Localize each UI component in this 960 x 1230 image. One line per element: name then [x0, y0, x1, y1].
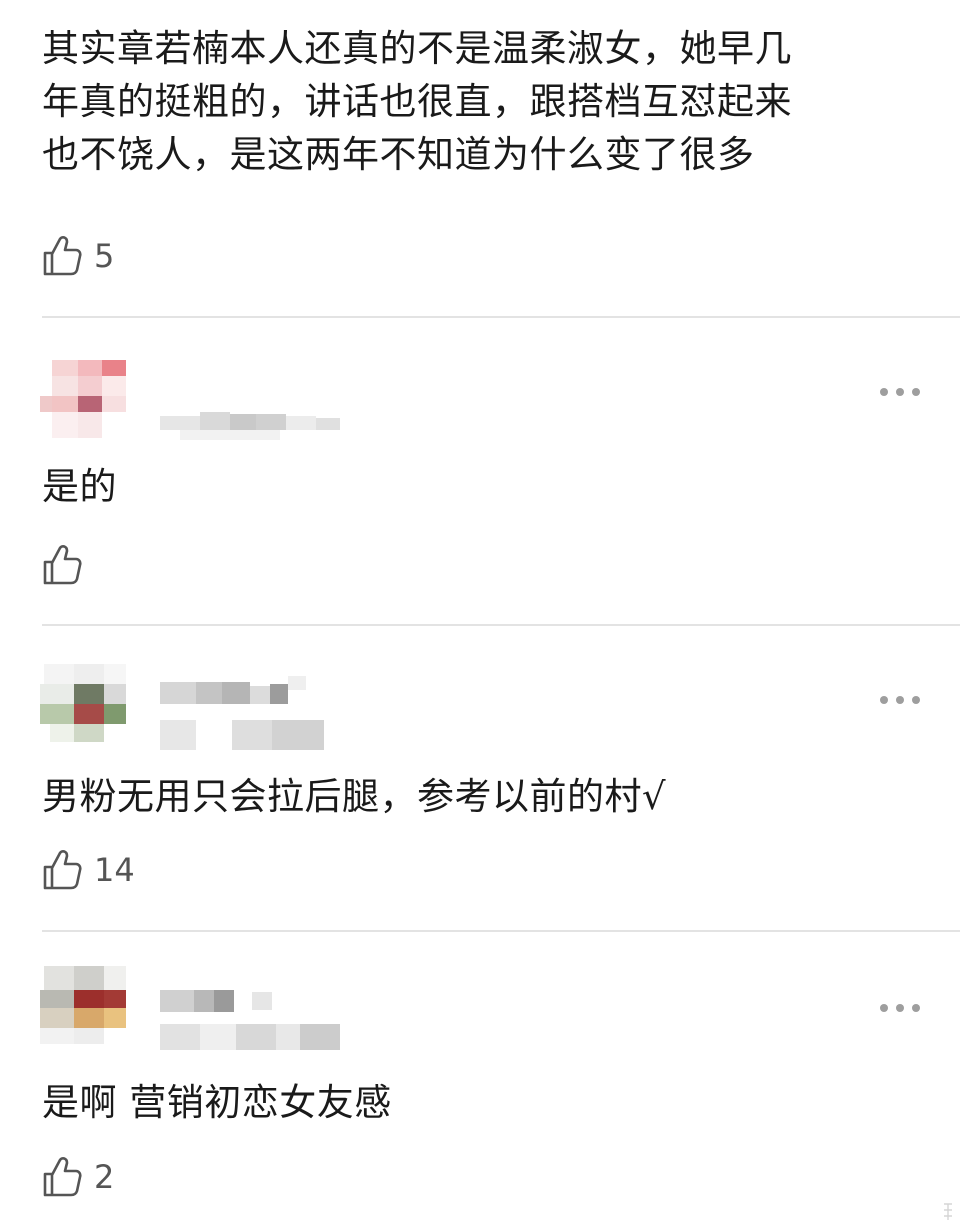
divider	[42, 930, 960, 932]
watermark-mark	[942, 1200, 954, 1222]
like-count: 2	[94, 1158, 115, 1196]
more-dot	[880, 388, 888, 396]
like-count: 14	[94, 851, 135, 889]
like-button[interactable]: 2	[42, 1155, 114, 1199]
more-dot	[880, 696, 888, 704]
comment-text: 是啊 营销初恋女友感	[42, 1081, 392, 1124]
comment-text: 男粉无用只会拉后腿，参考以前的村√	[42, 775, 667, 818]
avatar[interactable]	[40, 664, 126, 742]
comment-text-line: 其实章若楠本人还真的不是温柔淑女，她早几	[42, 27, 792, 70]
avatar[interactable]	[40, 360, 126, 438]
thumbs-up-icon	[42, 1156, 82, 1198]
comment-text-line: 也不饶人，是这两年不知道为什么变了很多	[42, 133, 755, 176]
like-count: 5	[94, 237, 115, 275]
more-options-button[interactable]	[880, 690, 920, 710]
like-button[interactable]: 14	[42, 848, 135, 892]
more-dot	[912, 1004, 920, 1012]
username-blurred	[160, 672, 340, 752]
more-options-button[interactable]	[880, 998, 920, 1018]
more-dot	[896, 388, 904, 396]
comment-text: 其实章若楠本人还真的不是温柔淑女，她早几 年真的挺粗的，讲话也很直，跟搭档互怼起…	[42, 22, 792, 181]
more-dot	[880, 1004, 888, 1012]
more-dot	[912, 388, 920, 396]
more-options-button[interactable]	[880, 382, 920, 402]
username-blurred	[160, 408, 350, 444]
divider	[42, 624, 960, 626]
divider	[42, 316, 960, 318]
thumbs-up-icon	[42, 544, 82, 586]
comment-text: 是的	[42, 465, 117, 508]
comment-text-line: 年真的挺粗的，讲话也很直，跟搭档互怼起来	[42, 80, 792, 123]
more-dot	[896, 696, 904, 704]
like-button[interactable]	[42, 543, 94, 587]
username-blurred	[160, 984, 350, 1054]
more-dot	[912, 696, 920, 704]
more-dot	[896, 1004, 904, 1012]
avatar[interactable]	[40, 966, 126, 1044]
thumbs-up-icon	[42, 235, 82, 277]
like-button[interactable]: 5	[42, 234, 114, 278]
thumbs-up-icon	[42, 849, 82, 891]
